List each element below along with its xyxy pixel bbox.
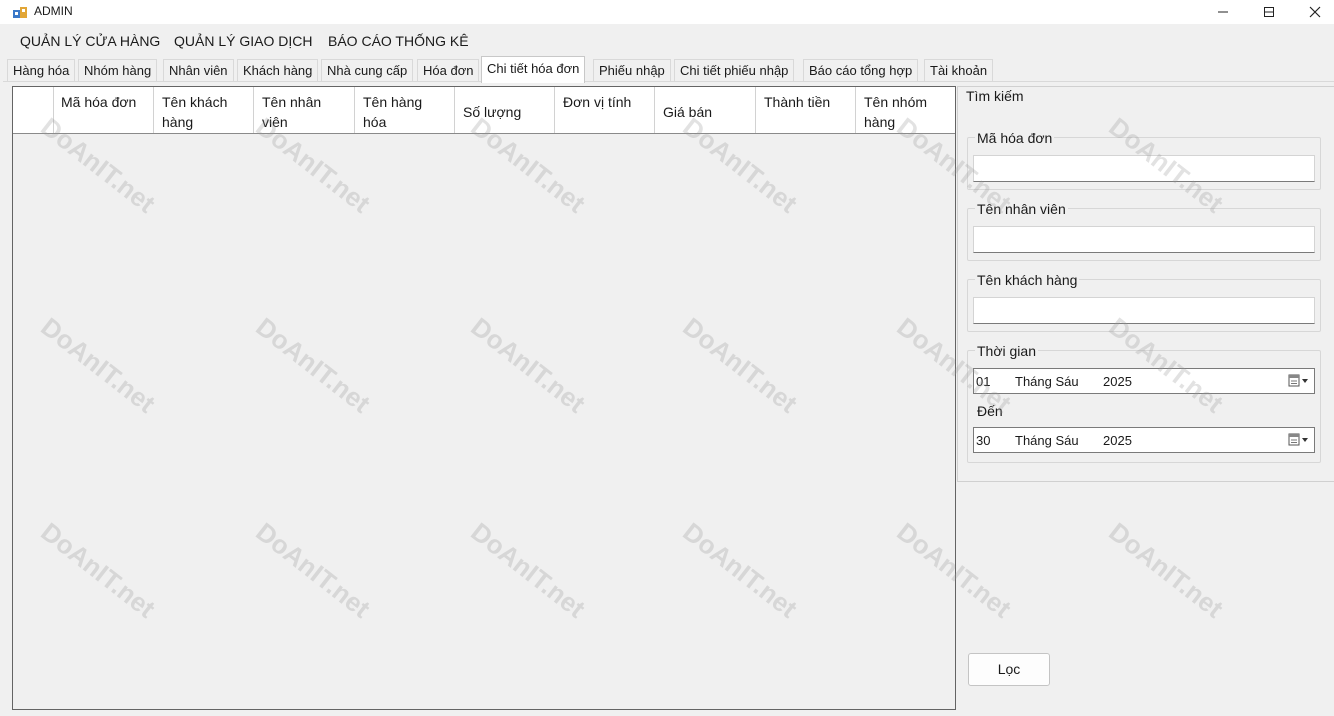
invoice-id-input[interactable] xyxy=(973,155,1315,182)
maximize-button[interactable] xyxy=(1246,0,1292,24)
minimize-icon xyxy=(1218,11,1228,13)
tab-nhom-hang[interactable]: Nhóm hàng xyxy=(78,59,158,81)
column-header-sale-price[interactable]: Giá bán xyxy=(655,87,756,133)
close-button[interactable] xyxy=(1292,0,1334,24)
customer-name-input[interactable] xyxy=(973,297,1315,324)
tab-hang-hoa[interactable]: Hàng hóa xyxy=(7,59,76,81)
app-icon xyxy=(12,5,28,19)
grid-header: Mã hóa đơn Tên khách hàng Tên nhân viên … xyxy=(13,87,955,134)
invoice-detail-grid[interactable]: Mã hóa đơn Tên khách hàng Tên nhân viên … xyxy=(12,86,956,710)
calendar-dropdown-icon[interactable] xyxy=(1288,433,1310,447)
to-month: Tháng Sáu xyxy=(1015,433,1079,448)
tab-chi-tiet-phieu-nhap[interactable]: Chi tiết phiếu nhập xyxy=(674,59,795,81)
menu-bar: QUẢN LÝ CỬA HÀNG QUẢN LÝ GIAO DỊCH BÁO C… xyxy=(0,27,1334,54)
tab-bao-cao-tong-hop[interactable]: Báo cáo tổng hợp xyxy=(803,59,919,81)
to-date-picker[interactable]: 30 Tháng Sáu 2025 xyxy=(973,427,1315,453)
from-day: 01 xyxy=(976,374,991,389)
employee-name-label: Tên nhân viên xyxy=(975,201,1068,217)
column-header-total[interactable]: Thành tiền xyxy=(756,87,856,133)
column-header-unit[interactable]: Đơn vị tính xyxy=(555,87,655,133)
search-panel-title: Tìm kiếm xyxy=(966,88,1026,104)
menu-store-management[interactable]: QUẢN LÝ CỬA HÀNG xyxy=(20,33,160,49)
tab-hoa-don[interactable]: Hóa đơn xyxy=(417,59,480,81)
menu-transaction-management[interactable]: QUẢN LÝ GIAO DỊCH xyxy=(174,33,312,49)
menu-statistics-report[interactable]: BÁO CÁO THỐNG KÊ xyxy=(328,33,469,49)
time-label: Thời gian xyxy=(975,343,1038,359)
title-bar: ADMIN xyxy=(0,0,1334,24)
row-header-corner[interactable] xyxy=(13,87,54,133)
tab-tai-khoan[interactable]: Tài khoản xyxy=(924,59,994,81)
invoice-id-label: Mã hóa đơn xyxy=(975,130,1055,146)
from-month: Tháng Sáu xyxy=(1015,374,1079,389)
to-day: 30 xyxy=(976,433,991,448)
window-title: ADMIN xyxy=(34,4,73,18)
column-header-product-group[interactable]: Tên nhóm hàng xyxy=(856,87,955,133)
column-header-invoice-id[interactable]: Mã hóa đơn xyxy=(53,87,154,133)
to-label: Đến xyxy=(975,403,1005,419)
tab-nha-cung-cap[interactable]: Nhà cung cấp xyxy=(321,59,414,81)
maximize-icon xyxy=(1264,7,1274,17)
filter-button[interactable]: Lọc xyxy=(968,653,1050,686)
column-header-product-name[interactable]: Tên hàng hóa xyxy=(355,87,455,133)
customer-name-label: Tên khách hàng xyxy=(975,272,1080,288)
tab-nhan-vien[interactable]: Nhân viên xyxy=(163,59,234,81)
calendar-dropdown-icon[interactable] xyxy=(1288,374,1310,388)
to-year: 2025 xyxy=(1103,433,1132,448)
from-year: 2025 xyxy=(1103,374,1132,389)
tab-chi-tiet-hoa-don[interactable]: Chi tiết hóa đơn xyxy=(481,56,586,83)
column-header-customer-name[interactable]: Tên khách hàng xyxy=(154,87,254,133)
minimize-button-real[interactable] xyxy=(1200,0,1246,24)
close-icon xyxy=(1309,6,1321,18)
from-date-picker[interactable]: 01 Tháng Sáu 2025 xyxy=(973,368,1315,394)
tab-strip: Hàng hóa Nhóm hàng Nhân viên Khách hàng … xyxy=(0,56,1334,83)
column-header-employee-name[interactable]: Tên nhân viên xyxy=(254,87,355,133)
employee-name-input[interactable] xyxy=(973,226,1315,253)
column-header-quantity[interactable]: Số lượng xyxy=(455,87,555,133)
tab-phieu-nhap[interactable]: Phiếu nhập xyxy=(593,59,671,81)
tab-khach-hang[interactable]: Khách hàng xyxy=(237,59,319,81)
